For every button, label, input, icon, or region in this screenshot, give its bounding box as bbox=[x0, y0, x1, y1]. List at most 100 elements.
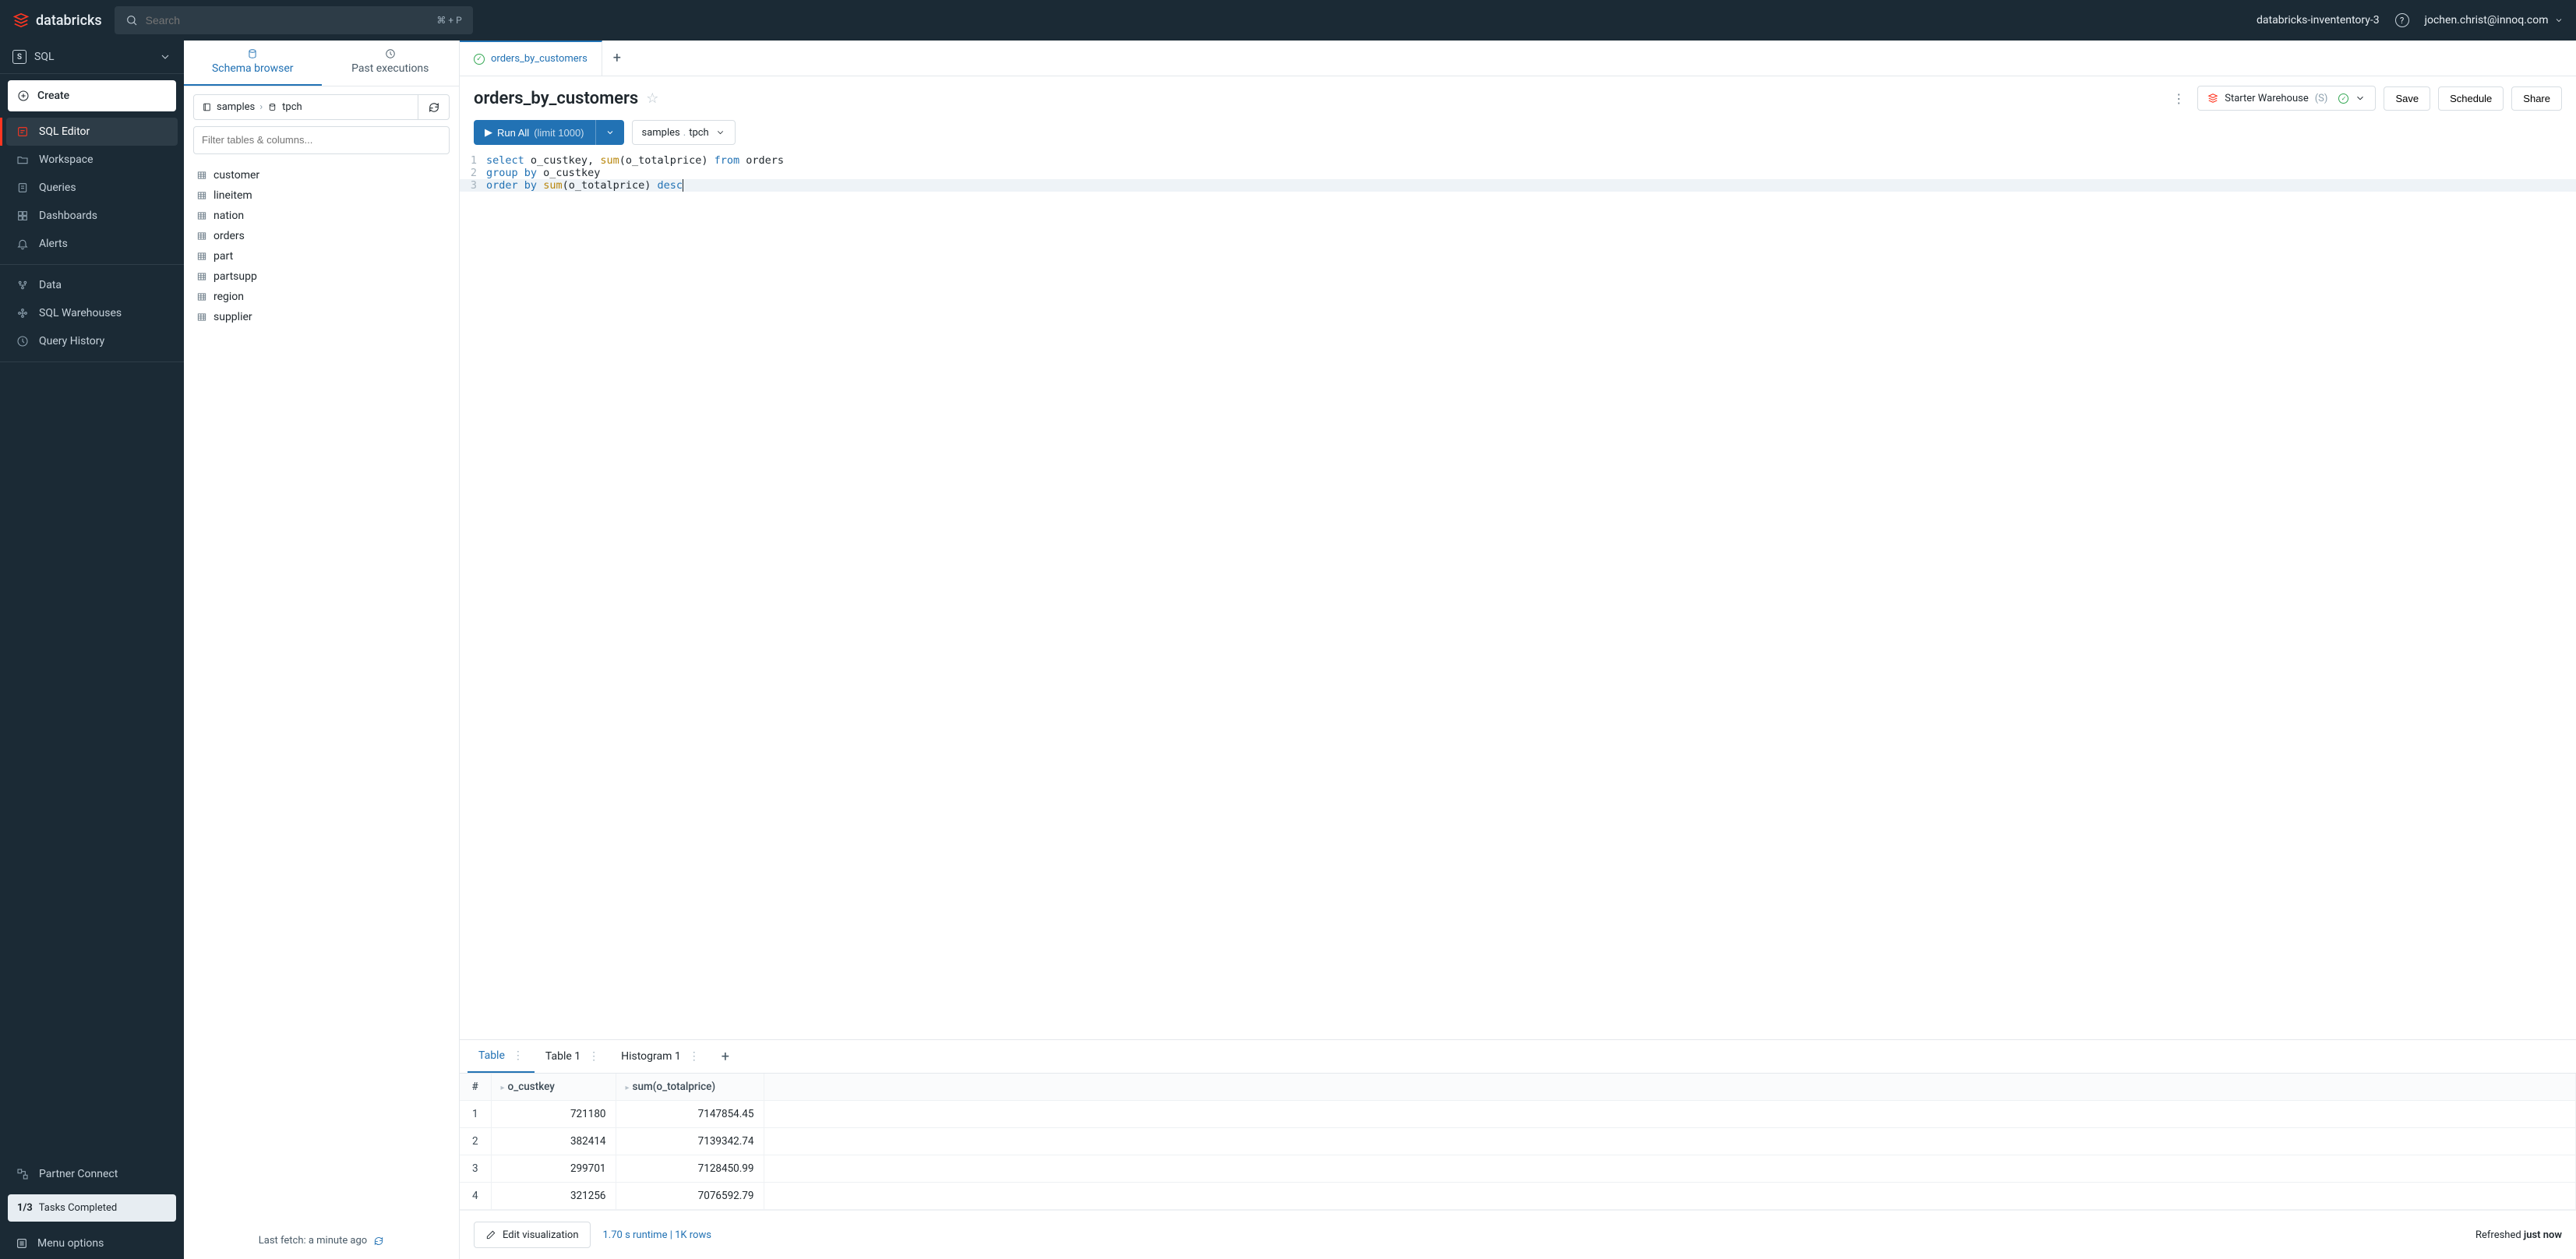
tab-past-executions[interactable]: Past executions bbox=[322, 41, 460, 86]
add-query-tab[interactable]: + bbox=[602, 50, 632, 66]
nav-query-history[interactable]: Query History bbox=[6, 327, 178, 355]
chevron-down-icon bbox=[2355, 92, 2366, 104]
last-fetch-status: Last fetch: a minute ago bbox=[184, 1222, 459, 1259]
save-button[interactable]: Save bbox=[2384, 86, 2430, 111]
partner-icon bbox=[16, 1168, 29, 1180]
nav-sql-editor[interactable]: SQL Editor bbox=[6, 118, 178, 146]
chevron-down-icon bbox=[605, 128, 615, 137]
favorite-star-icon[interactable]: ☆ bbox=[646, 90, 658, 107]
editor-main: ✓ orders_by_customers + orders_by_custom… bbox=[460, 41, 2576, 1259]
topbar: databricks ⌘ + P databricks-invententory… bbox=[0, 0, 2576, 41]
expand-icon[interactable]: ▸ bbox=[626, 1084, 633, 1092]
table-icon bbox=[196, 291, 207, 302]
help-icon[interactable]: ? bbox=[2395, 13, 2409, 27]
query-tabstrip: ✓ orders_by_customers + bbox=[460, 41, 2576, 76]
pencil-icon bbox=[485, 1229, 496, 1241]
nav-warehouses[interactable]: SQL Warehouses bbox=[6, 299, 178, 327]
catalog-context-selector[interactable]: samples . tpch bbox=[632, 120, 736, 145]
edit-visualization-button[interactable]: Edit visualization bbox=[474, 1222, 591, 1248]
add-visualization[interactable]: + bbox=[711, 1049, 740, 1065]
query-tab[interactable]: ✓ orders_by_customers bbox=[460, 41, 602, 76]
check-circle-icon: ✓ bbox=[474, 54, 485, 65]
nav-workspace[interactable]: Workspace bbox=[6, 146, 178, 174]
refresh-icon[interactable] bbox=[373, 1236, 384, 1247]
warehouse-icon bbox=[16, 307, 29, 319]
table-row[interactable]: 43212567076592.79 bbox=[460, 1183, 2576, 1210]
viz-tab-menu[interactable]: ⋮ bbox=[689, 1050, 700, 1063]
schedule-button[interactable]: Schedule bbox=[2438, 86, 2504, 111]
sql-editor[interactable]: 1select o_custkey, sum(o_totalprice) fro… bbox=[460, 151, 2576, 192]
table-row[interactable]: 23824147139342.74 bbox=[460, 1128, 2576, 1155]
warehouse-icon bbox=[2207, 93, 2218, 104]
schema-panel: Schema browser Past executions samples ›… bbox=[184, 41, 460, 1259]
persona-switcher[interactable]: S SQL bbox=[0, 41, 184, 74]
refresh-icon bbox=[428, 101, 440, 114]
viz-tab-table-1[interactable]: Table 1 ⋮ bbox=[535, 1041, 610, 1072]
database-icon bbox=[247, 48, 258, 59]
data-icon bbox=[16, 279, 29, 291]
table-item[interactable]: part bbox=[193, 246, 450, 266]
schema-breadcrumb[interactable]: samples › tpch bbox=[194, 95, 418, 119]
table-icon bbox=[196, 271, 207, 282]
plus-circle-icon bbox=[17, 90, 30, 102]
sql-editor-icon bbox=[16, 125, 29, 138]
table-icon bbox=[196, 251, 207, 262]
query-more-menu[interactable]: ⋮ bbox=[2168, 91, 2190, 106]
table-item[interactable]: supplier bbox=[193, 307, 450, 327]
table-item[interactable]: customer bbox=[193, 165, 450, 185]
run-all-button[interactable]: ▶ Run All (limit 1000) bbox=[474, 120, 595, 145]
viz-tab-menu[interactable]: ⋮ bbox=[588, 1050, 599, 1063]
table-item[interactable]: region bbox=[193, 287, 450, 307]
table-row[interactable]: 32997017128450.99 bbox=[460, 1155, 2576, 1183]
user-menu[interactable]: jochen.christ@innoq.com bbox=[2425, 14, 2564, 26]
schema-refresh-button[interactable] bbox=[418, 95, 449, 119]
tasks-completed-pill[interactable]: 1/3 Tasks Completed bbox=[8, 1194, 176, 1222]
table-row[interactable]: 17211807147854.45 bbox=[460, 1101, 2576, 1128]
search-icon bbox=[125, 14, 138, 26]
tab-schema-browser[interactable]: Schema browser bbox=[184, 41, 322, 86]
filter-tables-input[interactable] bbox=[193, 126, 450, 154]
search-input[interactable] bbox=[146, 14, 429, 26]
nav-primary: SQL Editor Workspace Queries Dashboards … bbox=[0, 118, 184, 258]
query-title: orders_by_customers bbox=[474, 89, 638, 108]
catalog-icon bbox=[202, 102, 212, 112]
viz-tab-menu[interactable]: ⋮ bbox=[513, 1049, 524, 1062]
nav-alerts[interactable]: Alerts bbox=[6, 230, 178, 258]
table-item[interactable]: lineitem bbox=[193, 185, 450, 206]
menu-options[interactable]: Menu options bbox=[0, 1228, 184, 1259]
brand-logo: databricks bbox=[12, 12, 102, 29]
nav-secondary: Data SQL Warehouses Query History bbox=[0, 271, 184, 355]
nav-dashboards[interactable]: Dashboards bbox=[6, 202, 178, 230]
refreshed-status: Refreshed just now bbox=[2475, 1229, 2562, 1241]
share-button[interactable]: Share bbox=[2511, 86, 2562, 111]
workspace-name[interactable]: databricks-invententory-3 bbox=[2257, 14, 2380, 26]
search-shortcut: ⌘ + P bbox=[436, 15, 461, 26]
col-custkey[interactable]: ▸o_custkey bbox=[491, 1074, 616, 1101]
chevron-down-icon bbox=[715, 126, 725, 139]
col-rownum[interactable]: # bbox=[460, 1074, 491, 1101]
bell-icon bbox=[16, 238, 29, 250]
history-icon bbox=[16, 335, 29, 347]
table-item[interactable]: orders bbox=[193, 226, 450, 246]
run-dropdown[interactable] bbox=[595, 120, 624, 145]
play-icon: ▶ bbox=[485, 126, 492, 139]
schema-icon bbox=[267, 102, 277, 112]
table-item[interactable]: partsupp bbox=[193, 266, 450, 287]
chevron-down-icon bbox=[159, 51, 171, 63]
global-search[interactable]: ⌘ + P bbox=[115, 6, 473, 34]
nav-partner-connect[interactable]: Partner Connect bbox=[6, 1160, 178, 1188]
chevron-down-icon bbox=[2554, 14, 2564, 26]
expand-icon[interactable]: ▸ bbox=[501, 1084, 508, 1092]
viz-tab-histogram-1[interactable]: Histogram 1 ⋮ bbox=[610, 1041, 711, 1072]
col-total[interactable]: ▸sum(o_totalprice) bbox=[616, 1074, 764, 1101]
nav-data[interactable]: Data bbox=[6, 271, 178, 299]
create-button[interactable]: Create bbox=[8, 80, 176, 111]
nav-queries[interactable]: Queries bbox=[6, 174, 178, 202]
table-icon bbox=[196, 312, 207, 323]
sql-persona-icon: S bbox=[12, 50, 26, 64]
viz-tab-table[interactable]: Table ⋮ bbox=[468, 1040, 535, 1073]
results-table: # ▸o_custkey ▸sum(o_totalprice) 17211807… bbox=[460, 1074, 2576, 1210]
table-item[interactable]: nation bbox=[193, 206, 450, 226]
sidebar: S SQL Create SQL Editor Workspace bbox=[0, 41, 184, 1259]
warehouse-selector[interactable]: Starter Warehouse (S) ✓ bbox=[2197, 86, 2376, 111]
